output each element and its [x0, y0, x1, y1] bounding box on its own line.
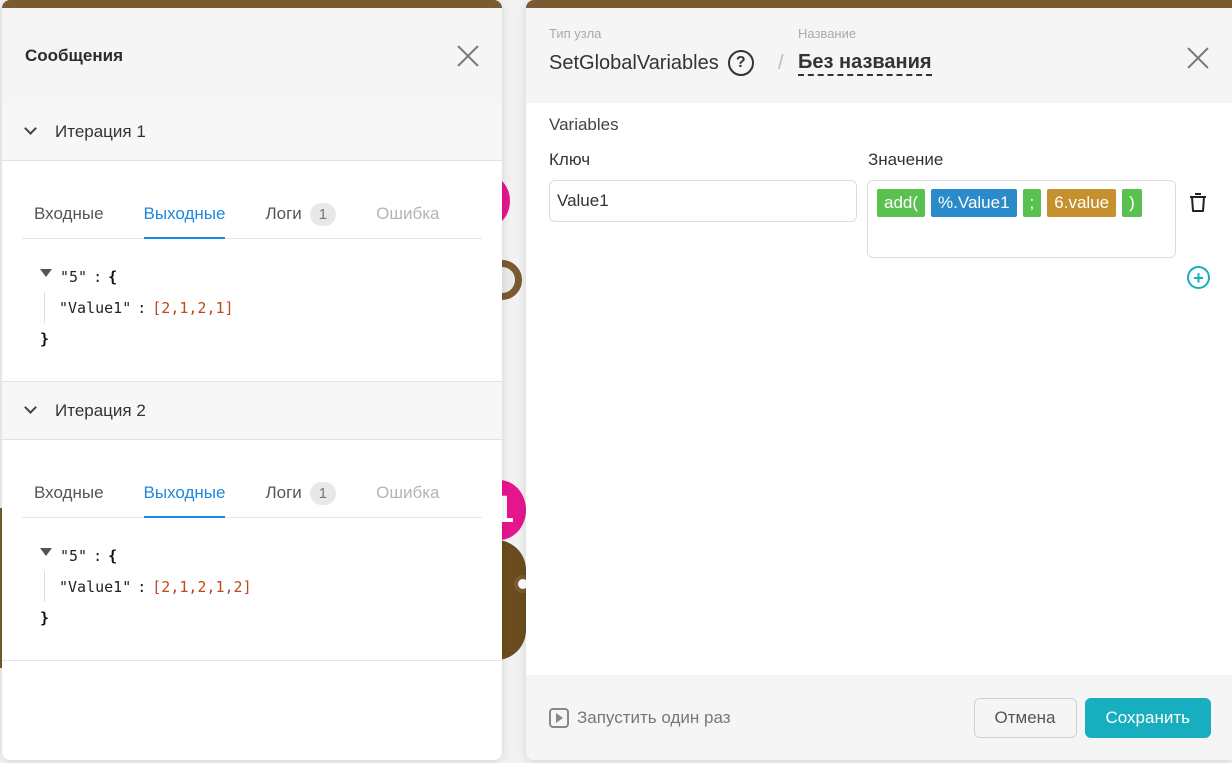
- json-root-line: "5" : {: [40, 261, 482, 292]
- trash-icon[interactable]: [1189, 193, 1207, 213]
- run-once-label: Запустить один раз: [577, 707, 731, 727]
- logs-count-badge: 1: [309, 202, 337, 226]
- iteration-header-2[interactable]: Итерация 2: [2, 382, 502, 440]
- header-separator: /: [778, 52, 784, 74]
- json-colon: :: [93, 546, 103, 565]
- tab-inputs[interactable]: Входные: [34, 483, 104, 517]
- tab-logs-label: Логи: [265, 204, 302, 223]
- panel-top-bar: [2, 0, 502, 8]
- add-variable-icon[interactable]: +: [1187, 266, 1210, 289]
- expression-chip-function[interactable]: add(: [877, 189, 926, 217]
- key-column-label: Ключ: [549, 150, 591, 169]
- value-column-label: Значение: [868, 150, 944, 169]
- collapse-triangle-icon[interactable]: [40, 547, 52, 556]
- node-type-value: SetGlobalVariables: [549, 51, 719, 74]
- tab-inputs[interactable]: Входные: [34, 204, 104, 238]
- json-viewer: "5" : { "Value1" : [2,1,2,1] }: [22, 239, 482, 381]
- json-key: "5": [60, 546, 88, 565]
- node-name-field[interactable]: Без названия: [798, 50, 932, 76]
- node-name-label: Название: [798, 26, 857, 41]
- iteration-label: Итерация 2: [55, 400, 146, 420]
- tab-outputs[interactable]: Выходные: [143, 204, 225, 239]
- logs-count-badge: 1: [309, 481, 337, 505]
- node-type: SetGlobalVariables ?: [549, 50, 754, 76]
- node-header: Тип узла Название SetGlobalVariables ? /…: [526, 8, 1232, 103]
- chevron-down-icon: [24, 122, 37, 135]
- node-footer: Запустить один раз Отмена Сохранить: [526, 675, 1232, 760]
- json-key: "5": [60, 267, 88, 286]
- run-once-button[interactable]: Запустить один раз: [549, 707, 731, 728]
- tab-logs[interactable]: Логи 1: [265, 202, 337, 238]
- json-close-brace: }: [40, 608, 50, 627]
- cancel-button[interactable]: Отмена: [973, 697, 1077, 738]
- json-inner-key: "Value1": [59, 298, 132, 317]
- collapse-triangle-icon[interactable]: [40, 268, 52, 277]
- tab-logs-label: Логи: [265, 483, 302, 502]
- variables-section-title: Variables: [549, 115, 619, 134]
- json-close-brace: }: [40, 329, 50, 348]
- iteration-header-1[interactable]: Итерация 1: [2, 103, 502, 161]
- variable-value-editor[interactable]: add( %.Value1 ; 6.value ): [867, 180, 1176, 258]
- expression-chip-variable[interactable]: %.Value1: [931, 189, 1017, 217]
- node-type-label: Тип узла: [549, 26, 602, 41]
- json-inner-block: "Value1" : [2,1,2,1]: [44, 292, 482, 323]
- json-colon: :: [137, 298, 147, 317]
- help-icon[interactable]: ?: [727, 50, 754, 76]
- expression-chip-node-ref[interactable]: 6.value: [1047, 189, 1117, 217]
- json-root-line: "5" : {: [40, 540, 482, 571]
- tab-error[interactable]: Ошибка: [376, 204, 439, 238]
- message-tabs: Входные Выходные Логи 1 Ошибка: [22, 440, 482, 518]
- messages-header: Сообщения: [2, 8, 502, 103]
- json-inner-key: "Value1": [59, 577, 132, 596]
- tab-logs[interactable]: Логи 1: [265, 481, 337, 517]
- messages-title: Сообщения: [25, 45, 123, 65]
- variable-key-input[interactable]: Value1: [549, 180, 857, 222]
- expression-chip-close[interactable]: ): [1122, 189, 1142, 217]
- play-icon: [549, 707, 569, 728]
- json-open-brace: {: [108, 546, 118, 565]
- json-inner-block: "Value1" : [2,1,2,1,2]: [44, 571, 482, 602]
- messages-panel: Сообщения Итерация 1 Входные Выходные Ло…: [2, 0, 502, 760]
- panel-top-bar: [526, 0, 1232, 8]
- json-inner-line: "Value1" : [2,1,2,1,2]: [59, 571, 482, 602]
- iteration-body-1: Входные Выходные Логи 1 Ошибка "5" : { "…: [2, 161, 502, 382]
- save-button[interactable]: Сохранить: [1084, 697, 1211, 738]
- chevron-down-icon: [24, 401, 37, 414]
- iteration-body-2: Входные Выходные Логи 1 Ошибка "5" : { "…: [2, 440, 502, 661]
- node-settings-panel: Тип узла Название SetGlobalVariables ? /…: [526, 0, 1232, 760]
- json-open-brace: {: [108, 267, 118, 286]
- tab-error[interactable]: Ошибка: [376, 483, 439, 517]
- expression-chip-separator[interactable]: ;: [1022, 189, 1042, 217]
- node-body: Variables Ключ Значение Value1 add( %.Va…: [526, 103, 1232, 675]
- json-inner-value: [2,1,2,1,2]: [152, 577, 252, 596]
- json-viewer: "5" : { "Value1" : [2,1,2,1,2] }: [22, 518, 482, 660]
- close-icon[interactable]: [456, 44, 480, 68]
- json-colon: :: [137, 577, 147, 596]
- message-tabs: Входные Выходные Логи 1 Ошибка: [22, 161, 482, 239]
- json-inner-value: [2,1,2,1]: [152, 298, 234, 317]
- close-icon[interactable]: [1186, 46, 1210, 70]
- iteration-label: Итерация 1: [55, 121, 146, 141]
- tab-outputs[interactable]: Выходные: [143, 483, 225, 518]
- json-close-line: }: [40, 323, 482, 354]
- json-colon: :: [93, 267, 103, 286]
- json-inner-line: "Value1" : [2,1,2,1]: [59, 292, 482, 323]
- json-close-line: }: [40, 602, 482, 633]
